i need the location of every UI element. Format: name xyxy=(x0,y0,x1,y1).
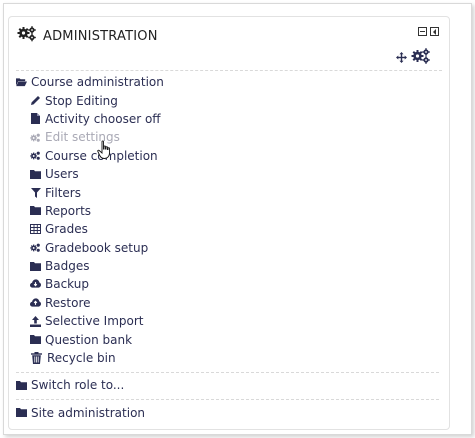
dock-block-icon[interactable] xyxy=(430,27,439,36)
block-header-controls xyxy=(418,27,439,36)
gears-icon xyxy=(17,25,37,47)
tree-item-label: Selective Import xyxy=(45,314,144,329)
tree-node-label: Site administration xyxy=(31,405,146,420)
folder-icon xyxy=(30,261,41,272)
cloud-upload-icon xyxy=(30,297,41,308)
filter-icon xyxy=(30,187,41,198)
tree-item-restore[interactable]: Restore xyxy=(16,294,439,312)
hand-cursor-icon xyxy=(97,140,113,165)
tree-item-selective-import[interactable]: Selective Import xyxy=(16,312,439,330)
header-divider xyxy=(16,70,442,71)
tree-item-label: Filters xyxy=(45,185,81,200)
tree-item-label: Users xyxy=(45,167,79,182)
tree-item-backup[interactable]: Backup xyxy=(16,275,439,293)
table-icon xyxy=(30,224,41,235)
tree-item-question-bank[interactable]: Question bank xyxy=(16,330,439,348)
tree-item-activity-chooser-off[interactable]: Activity chooser off xyxy=(16,110,439,128)
admin-tree: Course administration Stop Editing Activi… xyxy=(16,73,439,422)
tree-node-site-administration[interactable]: Site administration xyxy=(16,404,439,422)
gears-icon xyxy=(30,242,41,253)
tree-item-filters[interactable]: Filters xyxy=(16,183,439,201)
trash-icon xyxy=(31,352,42,365)
move-icon[interactable] xyxy=(396,50,407,68)
tree-item-label: Recycle bin xyxy=(47,351,116,366)
gears-icon xyxy=(30,150,41,161)
tree-divider xyxy=(16,398,439,400)
cloud-download-icon xyxy=(30,279,41,290)
tree-item-label: Backup xyxy=(45,277,89,292)
tree-item-reports[interactable]: Reports xyxy=(16,202,439,220)
tree-item-badges[interactable]: Badges xyxy=(16,257,439,275)
folder-icon xyxy=(16,380,27,391)
tree-item-recycle-bin[interactable]: Recycle bin xyxy=(16,349,439,367)
pencil-icon xyxy=(30,95,41,106)
tree-item-label: Activity chooser off xyxy=(45,111,161,126)
tree-node-switch-role[interactable]: Switch role to... xyxy=(16,376,439,394)
tree-item-label: Reports xyxy=(45,203,92,218)
tree-item-label: Stop Editing xyxy=(45,93,118,108)
tree-item-users[interactable]: Users xyxy=(16,165,439,183)
folder-icon xyxy=(30,334,41,345)
tree-item-course-completion[interactable]: Course completion xyxy=(16,147,439,165)
block-header: ADMINISTRATION xyxy=(17,25,158,47)
tree-item-label: Grades xyxy=(45,222,88,237)
tree-divider xyxy=(16,372,439,374)
administration-block: ADMINISTRATION Course administration Sto… xyxy=(8,16,450,430)
tree-item-label: Badges xyxy=(45,259,90,274)
file-icon xyxy=(30,113,41,125)
folder-icon xyxy=(30,205,41,216)
tree-item-gradebook-setup[interactable]: Gradebook setup xyxy=(16,239,439,257)
folder-open-icon xyxy=(16,77,27,88)
tree-item-edit-settings[interactable]: Edit settings xyxy=(16,128,439,146)
upload-icon xyxy=(30,315,41,327)
tree-item-label: Question bank xyxy=(45,332,133,347)
block-title: ADMINISTRATION xyxy=(43,28,158,44)
tree-item-label: Restore xyxy=(45,295,91,310)
tree-item-grades[interactable]: Grades xyxy=(16,220,439,238)
tree-node-label: Switch role to... xyxy=(31,378,125,393)
folder-icon xyxy=(16,407,27,418)
tree-node-course-administration[interactable]: Course administration xyxy=(16,73,439,91)
gears-icon xyxy=(30,132,41,143)
gears-icon[interactable] xyxy=(411,47,431,70)
tree-node-label: Course administration xyxy=(31,75,164,90)
tree-item-stop-editing[interactable]: Stop Editing xyxy=(16,91,439,109)
hide-block-icon[interactable] xyxy=(418,27,427,36)
tree-item-label: Gradebook setup xyxy=(45,240,149,255)
folder-icon xyxy=(30,169,41,180)
block-actions xyxy=(396,47,431,70)
